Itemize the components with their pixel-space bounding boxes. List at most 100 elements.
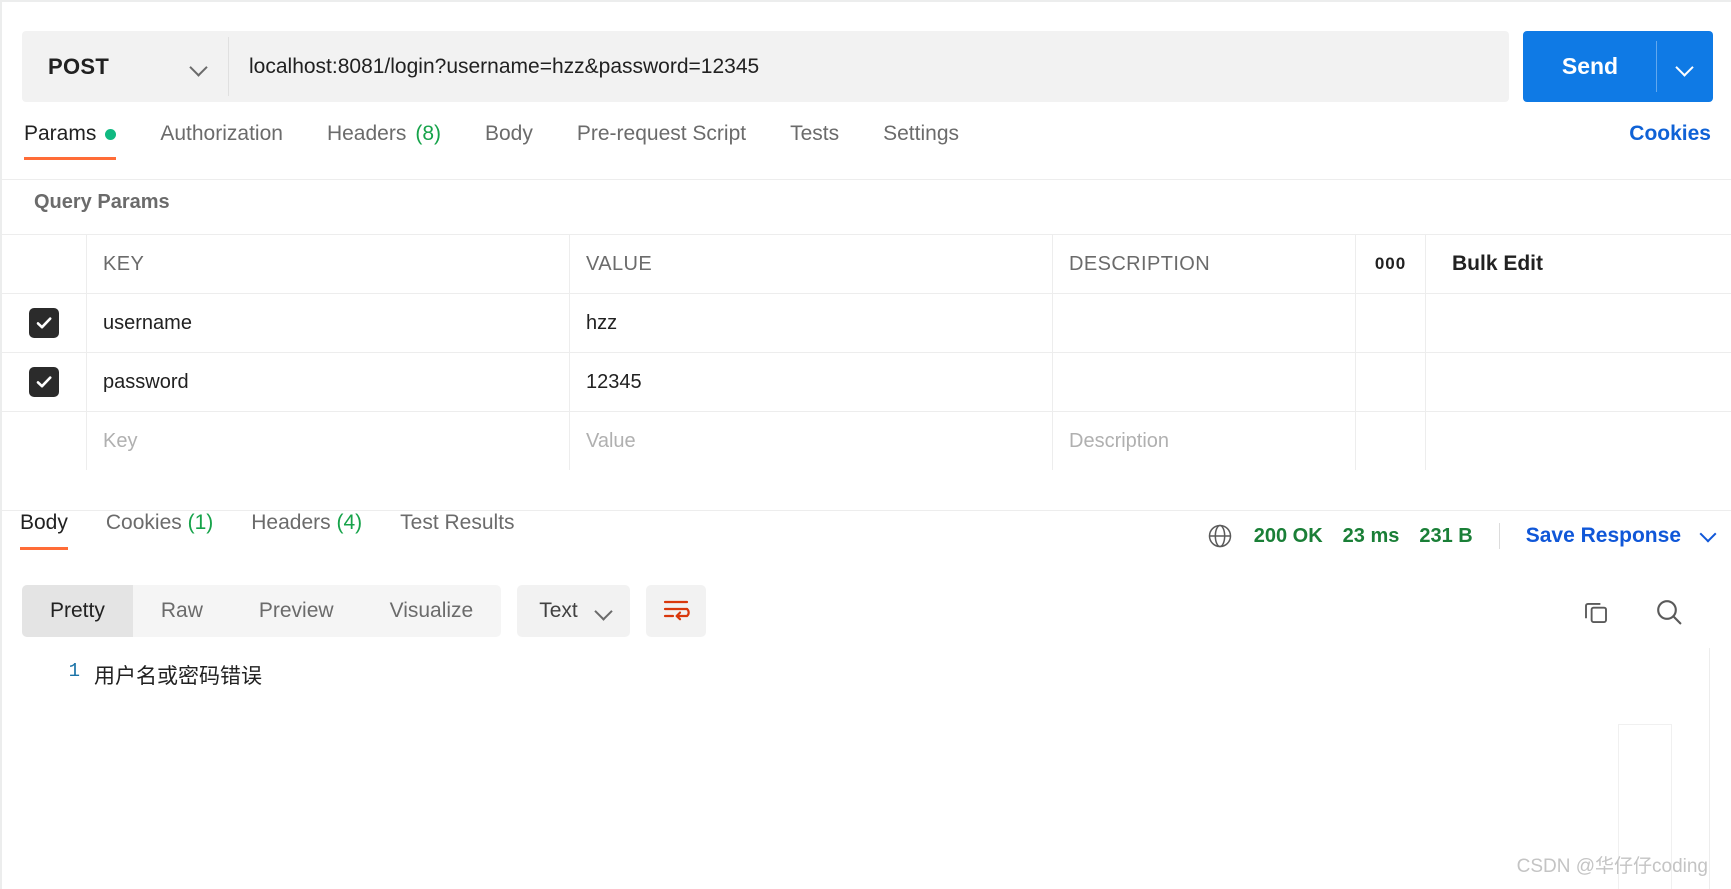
tab-params[interactable]: Params (24, 122, 117, 160)
column-header-key: KEY (103, 252, 145, 275)
new-value-placeholder: Value (586, 429, 636, 452)
table-row-empty: Key Value Description (2, 412, 1731, 471)
row-spacer-end (1426, 353, 1731, 411)
chevron-down-icon (191, 59, 207, 75)
table-row: password 12345 (2, 353, 1731, 412)
save-response-button[interactable]: Save Response (1526, 524, 1681, 548)
tab-authorization[interactable]: Authorization (160, 122, 283, 160)
view-mode-visualize[interactable]: Visualize (362, 585, 502, 637)
tab-settings[interactable]: Settings (883, 122, 959, 160)
url-input[interactable]: localhost:8081/login?username=hzz&passwo… (229, 31, 1509, 102)
copy-icon[interactable] (1581, 597, 1611, 632)
bulk-edit-label: Bulk Edit (1452, 252, 1544, 275)
query-params-heading: Query Params (34, 191, 170, 213)
response-tab-cookies[interactable]: Cookies (1) (106, 511, 213, 550)
tab-headers[interactable]: Headers (8) (327, 122, 441, 160)
tab-pre-request-script-label: Pre-request Script (576, 122, 747, 145)
view-mode-pretty[interactable]: Pretty (22, 585, 133, 637)
row-checkbox-cell (2, 353, 87, 411)
new-description-input[interactable]: Description (1053, 412, 1356, 470)
http-method-label: POST (48, 53, 110, 79)
new-key-input[interactable]: Key (87, 412, 570, 470)
row-value-cell[interactable]: 12345 (570, 353, 1053, 411)
row-description-cell[interactable] (1053, 353, 1356, 411)
globe-icon (1206, 522, 1234, 550)
response-tab-cookies-count: (1) (187, 511, 214, 534)
header-value-cell: VALUE (570, 235, 1053, 293)
response-body-actions (1581, 596, 1685, 633)
response-view-mode-group: Pretty Raw Preview Visualize (22, 585, 502, 637)
new-description-placeholder: Description (1069, 429, 1170, 452)
table-row: username hzz (2, 294, 1731, 353)
checkbox-icon[interactable] (29, 308, 59, 338)
response-tab-headers[interactable]: Headers (4) (251, 511, 362, 550)
response-tab-headers-label: Headers (251, 511, 331, 534)
table-options-button[interactable]: 000 (1356, 235, 1426, 293)
tab-pre-request-script[interactable]: Pre-request Script (577, 122, 746, 160)
postman-request-response-pane: POST localhost:8081/login?username=hzz&p… (0, 0, 1731, 889)
divider (1498, 523, 1500, 549)
tab-params-label: Params (24, 122, 97, 145)
new-key-placeholder: Key (103, 429, 138, 452)
tab-tests-label: Tests (790, 122, 840, 145)
tab-tests[interactable]: Tests (790, 122, 839, 160)
params-bottom-spacer (2, 470, 1731, 511)
response-status-bar: 200 OK 23 ms 231 B Save Response (1206, 516, 1717, 556)
chevron-down-icon (1677, 59, 1693, 75)
tab-body-label: Body (485, 122, 533, 145)
header-description-cell: DESCRIPTION (1053, 235, 1356, 293)
column-header-value: VALUE (586, 252, 653, 275)
param-value: 12345 (586, 370, 642, 393)
response-tab-test-results[interactable]: Test Results (400, 511, 514, 550)
search-icon[interactable] (1653, 596, 1685, 633)
url-bar: POST localhost:8081/login?username=hzz&p… (22, 31, 1713, 102)
param-key: password (103, 370, 189, 393)
line-content: 用户名或密码错误 (94, 667, 262, 690)
view-mode-raw[interactable]: Raw (133, 585, 231, 637)
view-mode-preview[interactable]: Preview (231, 585, 362, 637)
row-key-cell[interactable]: password (87, 353, 570, 411)
response-format-label: Text (539, 599, 578, 622)
row-checkbox-cell (2, 294, 87, 352)
bulk-edit-button[interactable]: Bulk Edit (1426, 235, 1731, 293)
send-options-button[interactable] (1657, 31, 1713, 102)
chevron-down-icon (1701, 526, 1717, 542)
status-code: 200 OK (1253, 524, 1323, 547)
row-spacer-end (1426, 294, 1731, 352)
chevron-down-icon (596, 603, 612, 619)
tab-authorization-label: Authorization (160, 122, 283, 145)
response-format-dropdown[interactable]: Text (517, 585, 630, 637)
param-key: username (103, 311, 192, 334)
new-value-input[interactable]: Value (570, 412, 1053, 470)
watermark: CSDN @华仔仔coding (1516, 856, 1708, 877)
line-number: 1 (68, 660, 80, 682)
response-size: 231 B (1419, 524, 1473, 547)
params-active-dot-icon (105, 128, 117, 140)
send-button[interactable]: Send (1523, 31, 1657, 102)
header-checkbox-cell (2, 235, 87, 293)
tab-headers-count: (8) (415, 122, 441, 145)
row-spacer-dots (1356, 294, 1426, 352)
http-method-dropdown[interactable]: POST (22, 31, 229, 102)
response-tab-body[interactable]: Body (20, 511, 68, 550)
save-response-dropdown[interactable] (1701, 526, 1717, 547)
response-body-content[interactable]: 1 用户名或密码错误 (2, 648, 1731, 889)
wrap-lines-icon (662, 597, 690, 626)
request-tabs: Params Authorization Headers (8) Body Pr… (2, 122, 1731, 180)
row-spacer-dots (1356, 353, 1426, 411)
row-description-cell[interactable] (1053, 294, 1356, 352)
wrap-lines-button[interactable] (645, 585, 706, 637)
row-key-cell[interactable]: username (87, 294, 570, 352)
cookies-link[interactable]: Cookies (1629, 122, 1711, 146)
query-params-table: KEY VALUE DESCRIPTION 000 Bulk Edit user… (2, 234, 1731, 471)
tab-body[interactable]: Body (485, 122, 533, 160)
row-value-cell[interactable]: hzz (570, 294, 1053, 352)
more-options-icon: 000 (1374, 254, 1407, 273)
code-right-divider (1709, 648, 1710, 889)
response-tab-headers-count: (4) (336, 511, 363, 534)
tab-settings-label: Settings (883, 122, 960, 145)
checkbox-icon[interactable] (29, 367, 59, 397)
response-time: 23 ms (1342, 524, 1400, 547)
send-button-group: Send (1523, 31, 1713, 102)
param-value: hzz (586, 311, 618, 334)
